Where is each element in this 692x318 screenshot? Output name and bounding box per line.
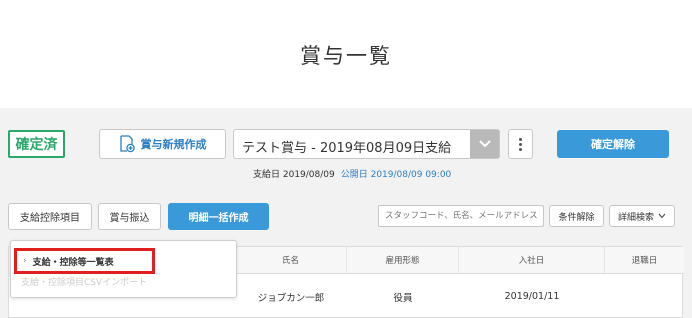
advanced-search-label: 詳細検索 [617, 212, 654, 223]
items-button[interactable]: 支給控除項目 [8, 203, 92, 230]
confirm-cancel-button[interactable]: 確定解除 [557, 130, 669, 158]
menu-item-csv-import[interactable]: 支給・控除項目CSVインポート [21, 275, 147, 288]
more-options-button[interactable] [508, 129, 533, 159]
pay-info: 支給日 2019/08/09 公開日 2019/08/09 09:00 [253, 167, 451, 180]
transfer-button[interactable]: 賞与振込 [98, 203, 161, 230]
bonus-select-value: テスト賞与 - 2019年08月09日支給 [242, 141, 452, 156]
items-dropdown-menu: › 支給・控除等一覧表 支給・控除項目CSVインポート [10, 240, 237, 298]
pay-date: 支給日 2019/08/09 [253, 170, 335, 180]
status-badge: 確定済 [8, 130, 65, 158]
kebab-icon-dot [519, 147, 522, 151]
chevron-right-icon: › [23, 256, 27, 266]
column-header-retire-date[interactable]: 退職日 [605, 247, 684, 274]
page-title: 賞与一覧 [300, 44, 392, 68]
column-header-hire-date[interactable]: 入社日 [459, 247, 605, 274]
chevron-down-icon [658, 213, 666, 219]
search-input[interactable] [378, 205, 544, 227]
column-header-employment-type[interactable]: 雇用形態 [347, 247, 459, 274]
new-bonus-label: 賞与新規作成 [140, 138, 207, 151]
menu-item-label: 支給・控除等一覧表 [32, 257, 114, 268]
column-header-name[interactable]: 氏名 [235, 247, 347, 274]
cell-name[interactable]: ジョブカン一郎 [235, 274, 347, 318]
kebab-icon [519, 137, 522, 141]
chevron-down-icon[interactable] [470, 130, 499, 158]
bonus-select[interactable]: テスト賞与 - 2019年08月09日支給 [233, 129, 500, 159]
cell-employment-type: 役員 [393, 292, 413, 304]
bulk-create-button[interactable]: 明細一括作成 [168, 203, 269, 230]
cell-retire-date [605, 274, 684, 318]
new-bonus-button[interactable]: 賞与新規作成 [99, 129, 226, 159]
clear-conditions-button[interactable]: 条件解除 [549, 205, 604, 227]
title-area: 賞与一覧 [0, 0, 692, 108]
kebab-icon-dot [519, 142, 522, 146]
cell-hire-date: 2019/01/11 [504, 291, 560, 302]
advanced-search-button[interactable]: 詳細検索 [609, 205, 675, 227]
document-add-icon [119, 135, 135, 153]
menu-item-summary-list[interactable]: › 支給・控除等一覧表 [14, 248, 155, 274]
publish-date: 公開日 2019/08/09 09:00 [340, 170, 452, 180]
